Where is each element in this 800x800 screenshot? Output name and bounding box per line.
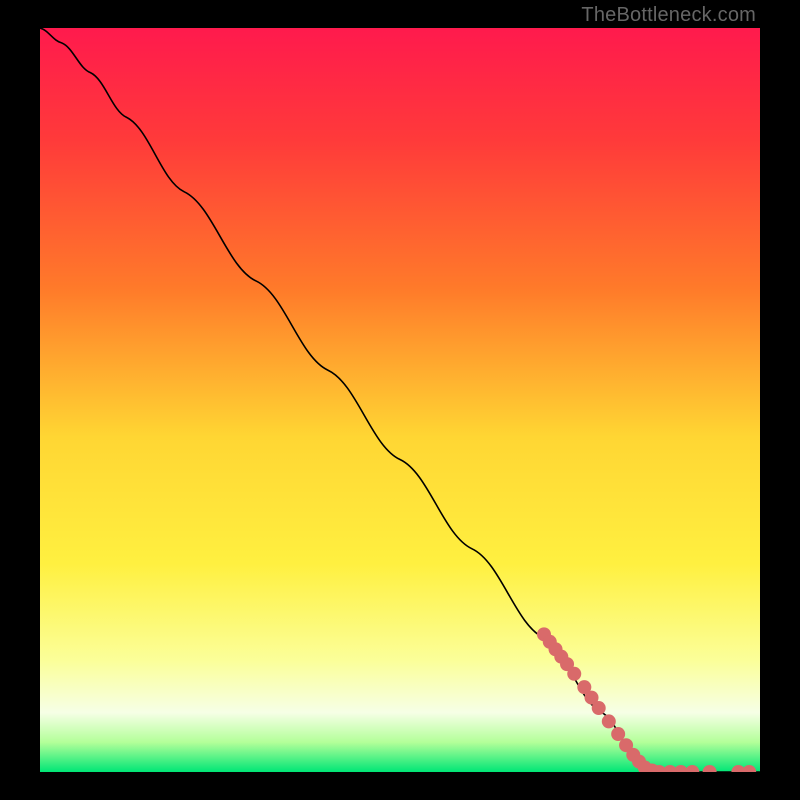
chart-background [40, 28, 760, 772]
chart-frame: TheBottleneck.com [0, 0, 800, 800]
chart-svg [40, 28, 760, 772]
data-point [592, 701, 606, 715]
plot-area [40, 28, 760, 772]
data-point [602, 714, 616, 728]
attribution-label: TheBottleneck.com [581, 4, 756, 27]
data-point [567, 667, 581, 681]
